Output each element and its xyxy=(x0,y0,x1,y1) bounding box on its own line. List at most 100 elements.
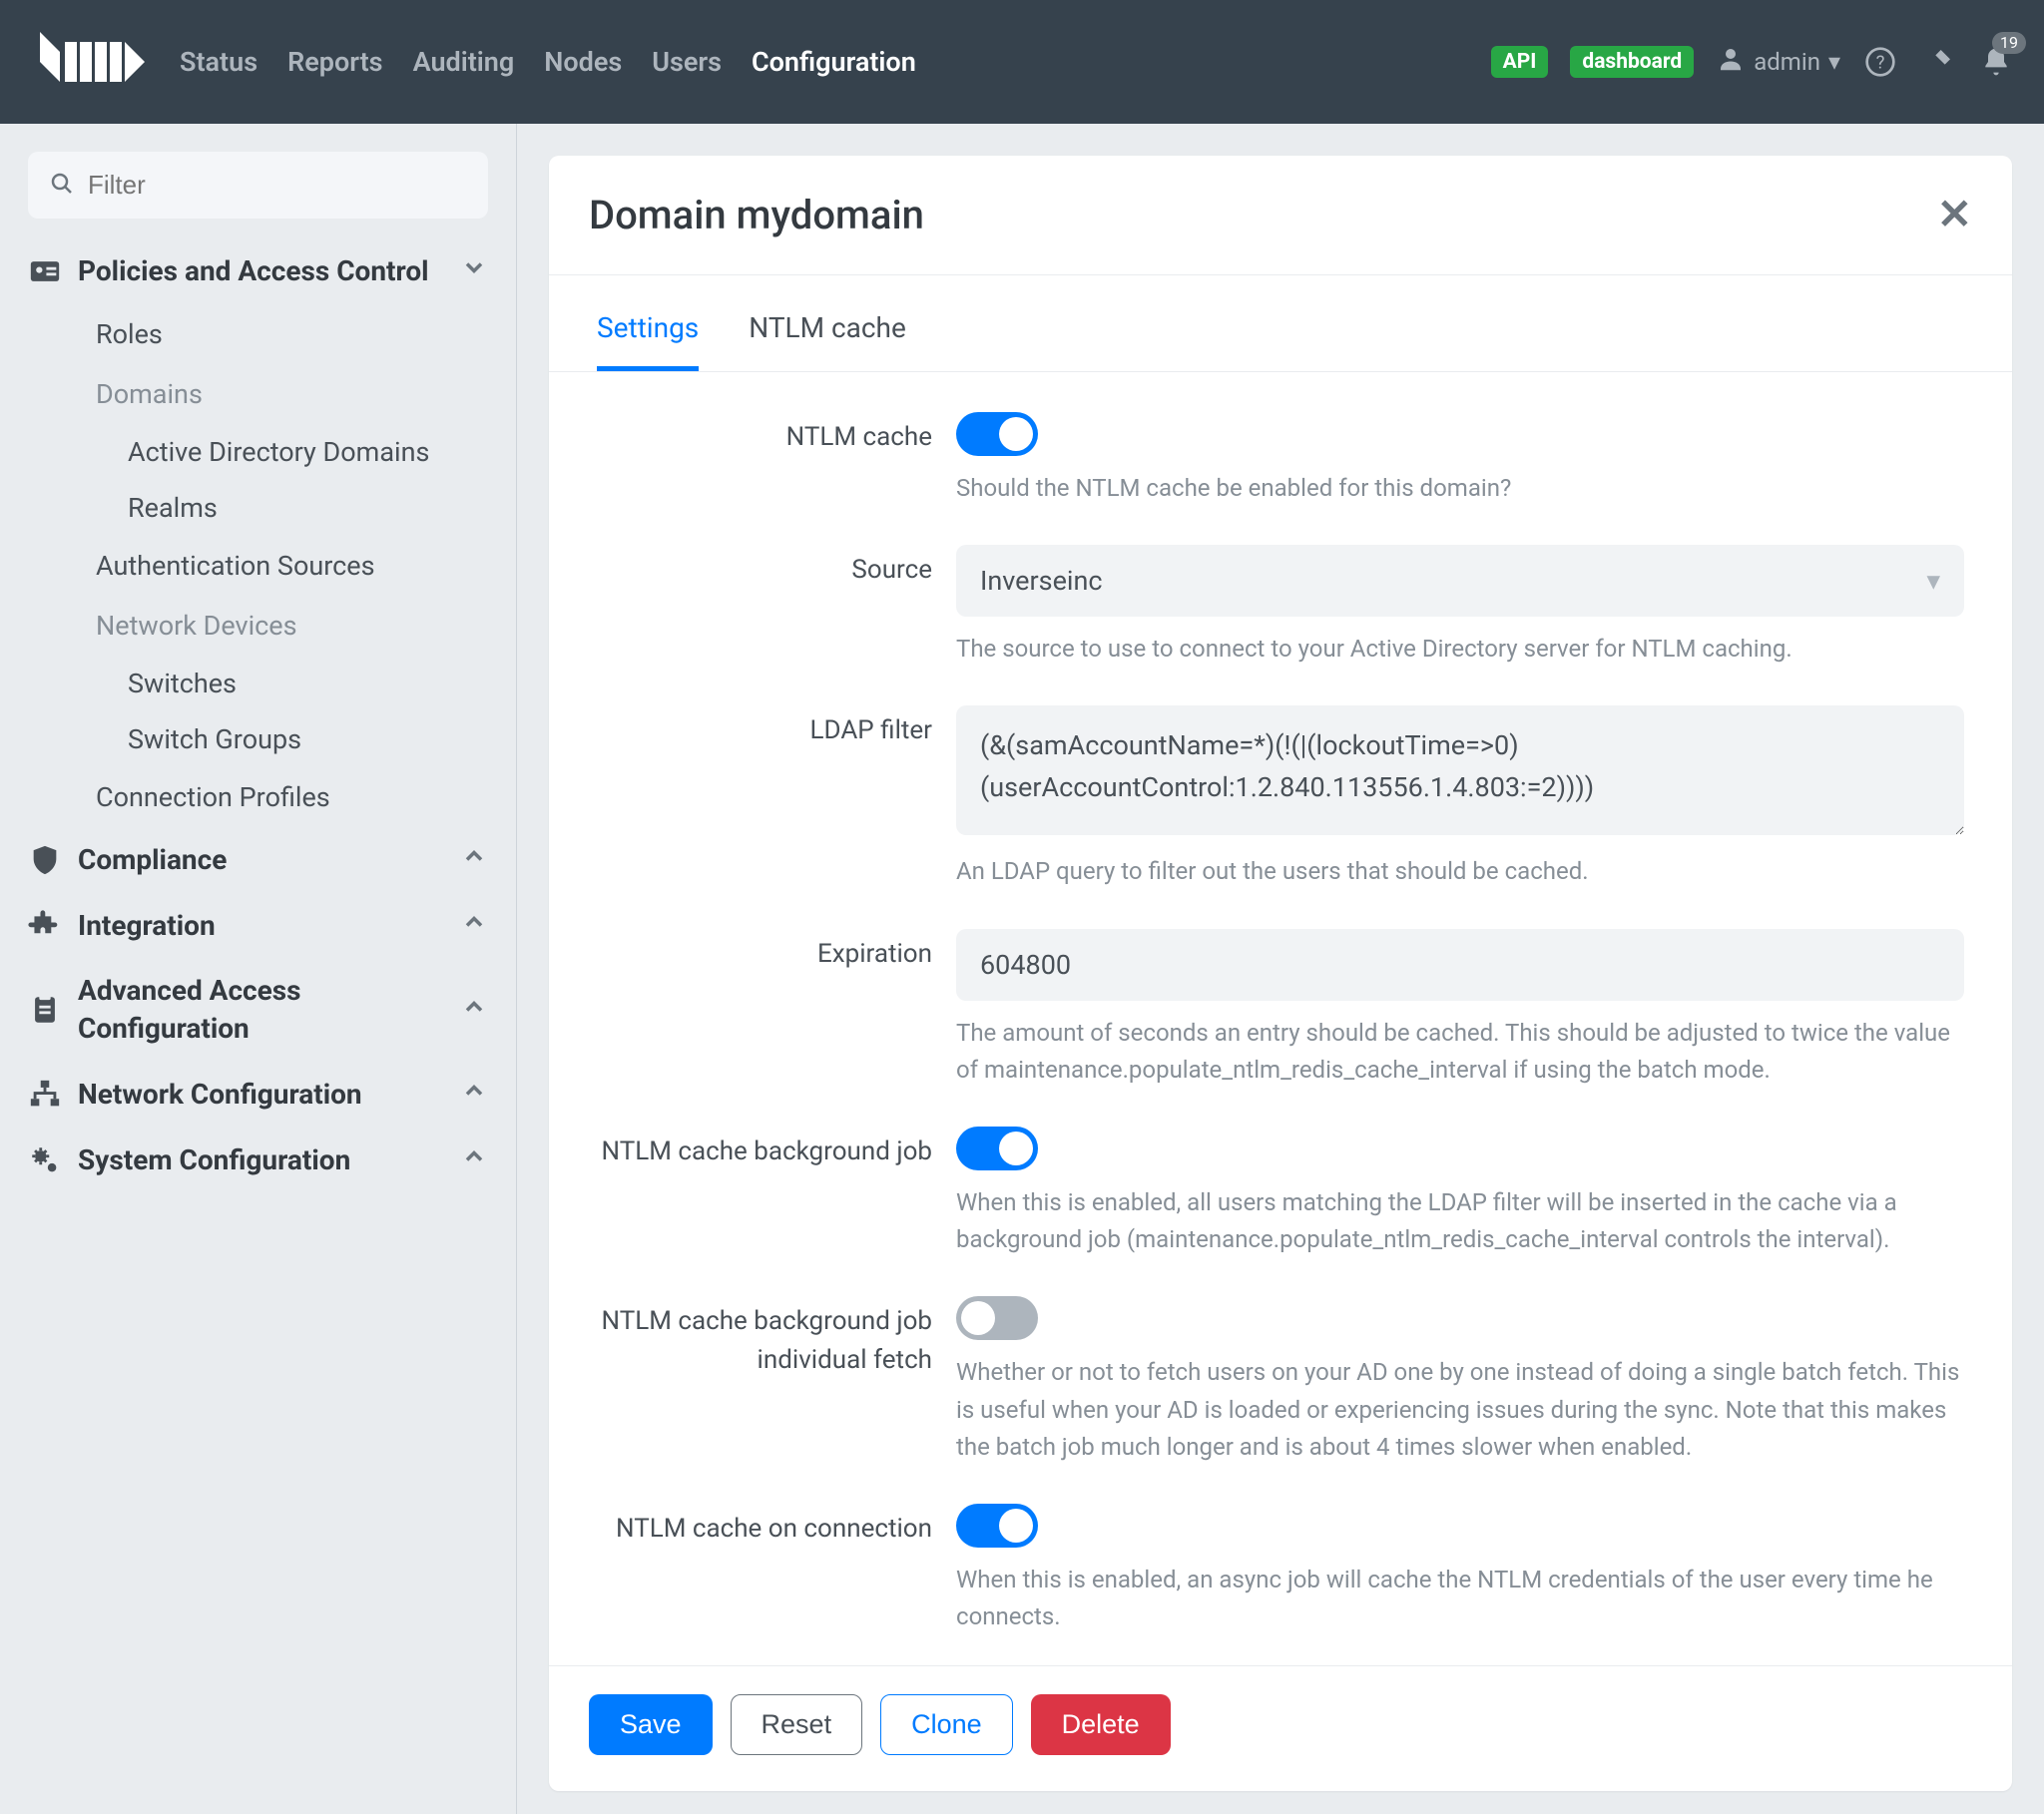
sidebar-section-label: Integration xyxy=(78,907,460,945)
shield-icon xyxy=(28,843,78,877)
label-bg-fetch: NTLM cache background job individual fet… xyxy=(597,1296,956,1466)
topbar-right: API dashboard admin ▾ ? 19 xyxy=(1491,44,2014,80)
reset-button[interactable]: Reset xyxy=(731,1694,863,1755)
form: NTLM cache Should the NTLM cache be enab… xyxy=(549,372,2012,1665)
row-expiration: Expiration The amount of seconds an entr… xyxy=(597,929,1964,1089)
api-badge[interactable]: API xyxy=(1491,46,1549,78)
label-expiration: Expiration xyxy=(597,929,956,1089)
help-expiration: The amount of seconds an entry should be… xyxy=(956,1015,1964,1089)
user-icon xyxy=(1716,44,1746,80)
nav-auditing[interactable]: Auditing xyxy=(413,46,515,78)
label-on-conn: NTLM cache on connection xyxy=(597,1504,956,1635)
user-name: admin xyxy=(1754,48,1820,76)
save-button[interactable]: Save xyxy=(589,1694,713,1755)
sidebar-section-label: Network Configuration xyxy=(78,1076,460,1114)
dashboard-badge[interactable]: dashboard xyxy=(1570,46,1694,78)
chevron-up-icon xyxy=(460,908,488,943)
main: Domain mydomain ✕ Settings NTLM cache NT… xyxy=(517,124,2044,1814)
input-ldap-filter[interactable] xyxy=(956,705,1964,835)
row-bg-fetch: NTLM cache background job individual fet… xyxy=(597,1296,1964,1466)
cogs-icon xyxy=(28,1143,78,1177)
delete-button[interactable]: Delete xyxy=(1031,1694,1171,1755)
sidebar-item-roles[interactable]: Roles xyxy=(0,304,516,364)
clone-button[interactable]: Clone xyxy=(880,1694,1013,1755)
label-ntlm-cache: NTLM cache xyxy=(597,412,956,507)
topbar: Status Reports Auditing Nodes Users Conf… xyxy=(0,0,2044,124)
nav-reports[interactable]: Reports xyxy=(287,46,382,78)
help-ntlm-cache: Should the NTLM cache be enabled for thi… xyxy=(956,470,1964,507)
select-source-value: Inverseinc xyxy=(980,565,1103,597)
toggle-bg-fetch[interactable] xyxy=(956,1296,1038,1340)
sidebar: Policies and Access Control Roles Domain… xyxy=(0,124,517,1814)
sidebar-section-integration[interactable]: Integration xyxy=(0,893,516,959)
user-menu[interactable]: admin ▾ xyxy=(1716,44,1840,80)
label-bg-job: NTLM cache background job xyxy=(597,1127,956,1258)
nav-users[interactable]: Users xyxy=(652,46,722,78)
chevron-up-icon xyxy=(460,1077,488,1112)
sidebar-item-connection-profiles[interactable]: Connection Profiles xyxy=(0,767,516,827)
tabs: Settings NTLM cache xyxy=(549,275,2012,372)
nav-status[interactable]: Status xyxy=(180,46,257,78)
sidebar-group-network-devices: Network Devices xyxy=(0,596,516,656)
sidebar-section-label: Policies and Access Control xyxy=(78,252,460,290)
sidebar-section-policies[interactable]: Policies and Access Control xyxy=(0,238,516,304)
sidebar-item-switch-groups[interactable]: Switch Groups xyxy=(0,711,516,767)
chevron-up-icon xyxy=(460,1142,488,1177)
notifications-count: 19 xyxy=(1992,32,2026,54)
help-bg-job: When this is enabled, all users matching… xyxy=(956,1184,1964,1258)
sidebar-section-system-config[interactable]: System Configuration xyxy=(0,1128,516,1193)
sidebar-section-network-config[interactable]: Network Configuration xyxy=(0,1062,516,1128)
input-expiration[interactable] xyxy=(956,929,1964,1001)
row-ntlm-cache: NTLM cache Should the NTLM cache be enab… xyxy=(597,412,1964,507)
help-source: The source to use to connect to your Act… xyxy=(956,631,1964,668)
help-on-conn: When this is enabled, an async job will … xyxy=(956,1562,1964,1635)
toggle-on-conn[interactable] xyxy=(956,1504,1038,1548)
help-icon[interactable]: ? xyxy=(1862,44,1898,80)
sidebar-section-label: Compliance xyxy=(78,841,460,879)
layout: Policies and Access Control Roles Domain… xyxy=(0,124,2044,1814)
row-source: Source Inverseinc ▾ The source to use to… xyxy=(597,545,1964,668)
sidebar-item-switches[interactable]: Switches xyxy=(0,656,516,711)
sidebar-section-advanced-access[interactable]: Advanced Access Configuration xyxy=(0,958,516,1062)
sidebar-item-auth-sources[interactable]: Authentication Sources xyxy=(0,536,516,596)
sidebar-filter-input[interactable] xyxy=(28,152,488,219)
chevron-up-icon xyxy=(460,993,488,1028)
sidebar-section-label: Advanced Access Configuration xyxy=(78,972,460,1048)
sidebar-group-domains: Domains xyxy=(0,364,516,424)
sidebar-item-realms[interactable]: Realms xyxy=(0,480,516,536)
chevron-down-icon xyxy=(460,253,488,288)
row-on-conn: NTLM cache on connection When this is en… xyxy=(597,1504,1964,1635)
toggle-bg-job[interactable] xyxy=(956,1127,1038,1170)
card-header: Domain mydomain ✕ xyxy=(549,156,2012,275)
close-icon[interactable]: ✕ xyxy=(1937,195,1972,236)
sidebar-item-ad-domains[interactable]: Active Directory Domains xyxy=(0,424,516,480)
notifications-icon[interactable]: 19 xyxy=(1978,44,2014,80)
help-ldap-filter: An LDAP query to filter out the users th… xyxy=(956,853,1964,890)
search-icon xyxy=(50,172,74,200)
caret-down-icon: ▾ xyxy=(1828,48,1840,76)
clipboard-icon xyxy=(28,993,78,1027)
sidebar-section-compliance[interactable]: Compliance xyxy=(0,827,516,893)
page-title: Domain mydomain xyxy=(589,192,924,238)
select-source[interactable]: Inverseinc ▾ xyxy=(956,545,1964,617)
domain-card: Domain mydomain ✕ Settings NTLM cache NT… xyxy=(549,156,2012,1791)
label-source: Source xyxy=(597,545,956,668)
card-footer: Save Reset Clone Delete xyxy=(549,1665,2012,1791)
tab-ntlm-cache[interactable]: NTLM cache xyxy=(749,311,906,371)
network-icon xyxy=(28,1078,78,1112)
chevron-up-icon xyxy=(460,842,488,877)
sidebar-section-label: System Configuration xyxy=(78,1141,460,1179)
label-ldap-filter: LDAP filter xyxy=(597,705,956,890)
filter-wrap xyxy=(28,152,488,219)
nav-nodes[interactable]: Nodes xyxy=(544,46,622,78)
puzzle-icon xyxy=(28,908,78,942)
caret-down-icon: ▾ xyxy=(1926,565,1940,597)
tab-settings[interactable]: Settings xyxy=(597,311,699,371)
row-ldap-filter: LDAP filter An LDAP query to filter out … xyxy=(597,705,1964,890)
tools-icon[interactable] xyxy=(1920,44,1956,80)
topnav: Status Reports Auditing Nodes Users Conf… xyxy=(180,46,1491,78)
nav-configuration[interactable]: Configuration xyxy=(752,46,916,78)
svg-text:?: ? xyxy=(1876,52,1885,74)
row-bg-job: NTLM cache background job When this is e… xyxy=(597,1127,1964,1258)
toggle-ntlm-cache[interactable] xyxy=(956,412,1038,456)
